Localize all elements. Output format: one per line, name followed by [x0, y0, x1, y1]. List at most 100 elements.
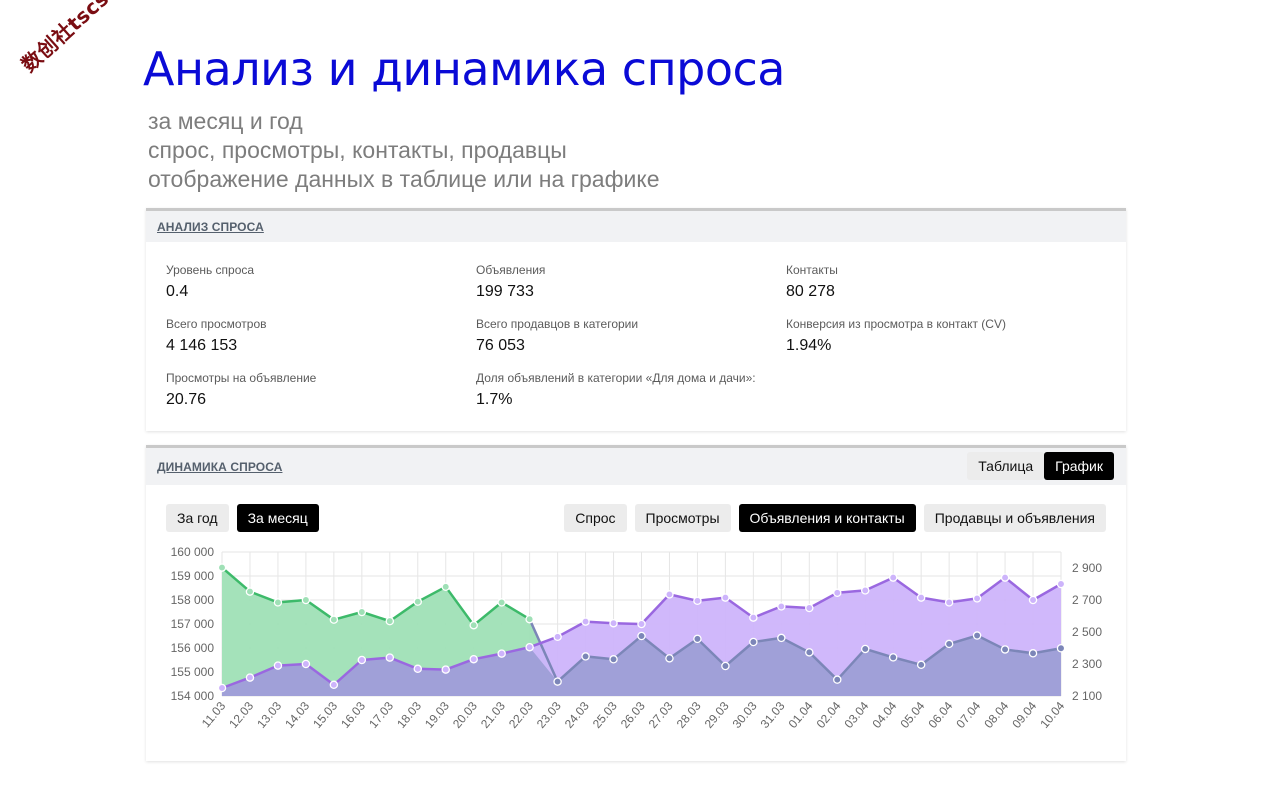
metric-label: Доля объявлений в категории «Для дома и … [476, 371, 756, 385]
x-tick-label: 07.04 [953, 699, 983, 731]
series-1-point [385, 616, 395, 626]
x-tick-label: 29.03 [702, 699, 732, 731]
metric-value: 0.4 [166, 283, 189, 300]
x-tick-label: 25.03 [590, 699, 620, 731]
series-2-point [860, 586, 870, 595]
series-1-point [413, 597, 423, 606]
x-tick-label: 30.03 [730, 699, 760, 731]
series-2-point [693, 596, 702, 606]
series-1-point [693, 634, 702, 644]
series-2-point [217, 683, 227, 693]
series-1-point [329, 615, 339, 624]
sellers-ads-button[interactable]: Продавцы и объявления [923, 504, 1106, 532]
series-2-point [329, 680, 339, 690]
metric-value: 199 733 [476, 283, 534, 300]
metric-label: Всего продавцов в категории [476, 317, 639, 331]
page-subtitles: за месяц и год спрос, просмотры, контакт… [148, 107, 659, 194]
series-1-point [916, 660, 926, 670]
y-right-tick-label: 2 500 [1072, 625, 1102, 639]
series-1-point [525, 614, 534, 624]
x-tick-label: 04.04 [869, 699, 899, 731]
series-2-point [665, 590, 674, 599]
month-button[interactable]: За месяц [236, 504, 319, 532]
x-tick-label: 27.03 [646, 699, 676, 731]
x-tick-label: 15.03 [310, 699, 340, 731]
series-1-point [972, 631, 982, 640]
y-right-tick-label: 2 700 [1072, 593, 1102, 607]
series-1-point [749, 637, 758, 647]
analysis-card-title[interactable]: АНАЛИЗ СПРОСА [157, 220, 264, 234]
series-2-point [637, 619, 646, 629]
metric-value: 4 146 153 [166, 337, 238, 354]
series-2-point [469, 654, 478, 664]
series-1-point [553, 677, 562, 686]
series-1-point [1000, 645, 1010, 654]
series-2-point [888, 573, 898, 582]
demand-button[interactable]: Спрос [564, 504, 627, 532]
x-tick-label: 11.03 [199, 699, 229, 731]
y-left-tick-label: 160 000 [171, 545, 215, 559]
series-1-point [721, 661, 730, 671]
metric-views-per-ad: Просмотры на объявление 20.76 [166, 371, 316, 409]
table-view-button[interactable]: Таблица [967, 452, 1045, 480]
metric-value: 1.7% [476, 391, 513, 408]
series-1-point [1056, 643, 1066, 653]
metrics-grid: Уровень спроса 0.4 Объявления 199 733 Ко… [146, 242, 1126, 428]
watermark: 数创社tscs66 [16, 0, 135, 77]
x-tick-label: 22.03 [506, 699, 536, 731]
metric-demand-level: Уровень спроса 0.4 [166, 263, 254, 301]
views-button[interactable]: Просмотры [634, 504, 731, 532]
series-1-point [833, 675, 842, 684]
metric-category-share: Доля объявлений в категории «Для дома и … [476, 371, 756, 409]
series-2-point [833, 588, 842, 598]
series-1-point [469, 620, 478, 630]
series-2-point [805, 603, 814, 613]
x-tick-label: 14.03 [282, 699, 312, 731]
x-tick-label: 09.04 [1009, 699, 1039, 731]
dynamics-card-title[interactable]: ДИНАМИКА СПРОСА [157, 460, 282, 474]
series-1-point [944, 639, 954, 649]
series-1-point [245, 587, 255, 596]
series-2-point [525, 642, 534, 652]
series-1-point [609, 655, 618, 664]
metric-label: Уровень спроса [166, 263, 255, 277]
subtitle-line: за месяц и год [148, 108, 303, 134]
x-tick-label: 02.04 [814, 699, 844, 731]
y-left-tick-label: 159 000 [171, 569, 215, 583]
y-left-tick-label: 155 000 [171, 665, 215, 679]
series-2-point [273, 661, 283, 670]
x-tick-label: 28.03 [674, 699, 704, 731]
series-2-point [553, 632, 562, 642]
metric-label: Просмотры на объявление [166, 371, 317, 385]
y-right-tick-label: 2 100 [1072, 689, 1102, 703]
x-tick-label: 12.03 [226, 699, 256, 731]
y-left-tick-label: 158 000 [171, 593, 215, 607]
series-2-point [441, 665, 450, 674]
year-button[interactable]: За год [166, 504, 229, 532]
x-tick-label: 24.03 [562, 699, 592, 731]
series-2-point [609, 618, 618, 628]
y-right-tick-label: 2 300 [1072, 657, 1102, 671]
series-1-point [888, 653, 898, 662]
dynamics-card-header: ДИНАМИКА СПРОСА Таблица График [146, 448, 1126, 485]
series-1-point [805, 648, 814, 657]
x-tick-label: 05.04 [897, 699, 927, 731]
x-tick-label: 31.03 [758, 699, 788, 731]
series-1-point [357, 607, 367, 617]
x-tick-label: 17.03 [366, 699, 396, 731]
metric-total-views: Всего просмотров 4 146 153 [166, 317, 267, 355]
subtitle-line: спрос, просмотры, контакты, продавцы [148, 137, 567, 163]
metric-total-sellers: Всего продавцов в категории 76 053 [476, 317, 638, 355]
x-tick-label: 10.04 [1037, 699, 1067, 731]
period-filters: За год За месяц [166, 504, 319, 532]
series-2-point [916, 593, 926, 602]
mode-buttons: Спрос Просмотры Объявления и контакты Пр… [564, 504, 1106, 532]
chart-view-button[interactable]: График [1044, 452, 1114, 480]
series-1-point [441, 582, 450, 592]
series-2-point [497, 649, 506, 658]
x-tick-label: 08.04 [981, 699, 1011, 731]
series-2-point [944, 598, 954, 607]
ads-contacts-button[interactable]: Объявления и контакты [738, 504, 916, 532]
x-tick-label: 26.03 [618, 699, 648, 731]
series-1-point [665, 654, 674, 663]
